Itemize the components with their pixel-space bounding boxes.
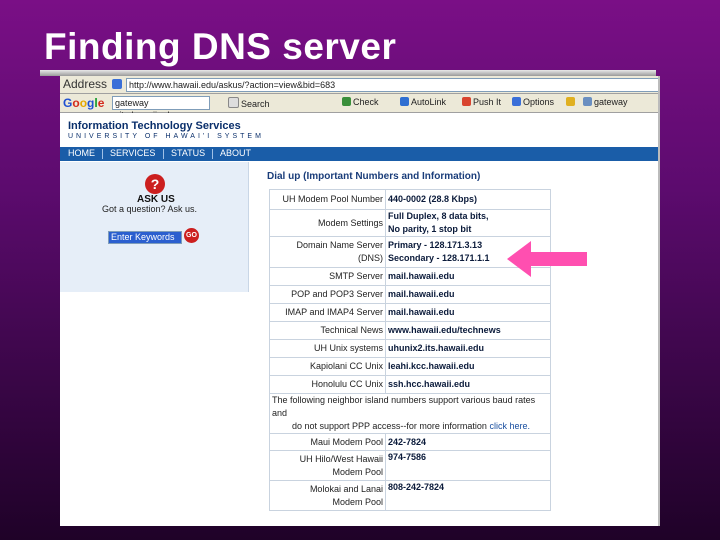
table-row: UH Hilo/West Hawaii Modem Pool 974-7586 [269, 450, 551, 481]
pencil-icon [566, 97, 575, 106]
row-label-line: Molokai and Lanai [309, 483, 383, 494]
row-label: IMAP and IMAP4 Server [269, 303, 386, 322]
table-row: Technical News www.hawaii.edu/technews [269, 321, 551, 340]
nav-home[interactable]: HOME [68, 148, 95, 158]
row-value: 440-0002 (28.8 Kbps) [385, 189, 551, 210]
click-here-link[interactable]: click here. [489, 421, 530, 431]
toolbar-search-input[interactable]: gateway site:hawaii.edu [112, 96, 210, 120]
row-value-line: No parity, 1 stop bit [388, 224, 472, 234]
row-value: 974-7586 [385, 450, 551, 481]
row-label: Kapiolani CC Unix [269, 357, 386, 376]
note-text: do not support PPP access--for more info… [292, 421, 487, 431]
row-label: Honolulu CC Unix [269, 375, 386, 394]
page-icon [112, 79, 122, 89]
keywords-input[interactable]: Enter Keywords [108, 231, 182, 244]
neighbor-island-note: The following neighbor island numbers su… [269, 393, 551, 434]
google-toolbar: Google gateway site:hawaii.edu Search Ch… [60, 94, 658, 120]
row-label: Domain Name Server (DNS) [269, 236, 386, 268]
nav-divider [163, 149, 164, 159]
search-icon [228, 97, 239, 108]
table-row: Kapiolani CC Unix leahi.kcc.hawaii.edu [269, 357, 551, 376]
table-row: Molokai and Lanai Modem Pool 808-242-7824 [269, 480, 551, 511]
options-icon [512, 97, 521, 106]
row-value: mail.hawaii.edu [385, 285, 551, 304]
row-label: UH Modem Pool Number [269, 189, 386, 210]
google-logo-icon[interactable]: Google [63, 96, 104, 110]
pushit-button[interactable]: Push It [462, 97, 501, 107]
ask-us-question: Got a question? Ask us. [102, 204, 198, 214]
search-button[interactable]: Search [228, 97, 270, 109]
search-button-label: Search [241, 99, 270, 109]
autolink-icon [400, 97, 409, 106]
row-label-line: (DNS) [358, 253, 383, 263]
content-heading: Dial up (Important Numbers and Informati… [267, 171, 481, 182]
browser-screenshot: Address http://www.hawaii.edu/askus/?act… [60, 76, 660, 526]
row-value: uhunix2.its.hawaii.edu [385, 339, 551, 358]
site-title[interactable]: Information Technology Services [68, 120, 241, 132]
gateway-label: gateway [594, 97, 628, 107]
address-bar: Address http://www.hawaii.edu/askus/?act… [60, 76, 658, 94]
table-row: UH Unix systems uhunix2.its.hawaii.edu [269, 339, 551, 358]
row-value: leahi.kcc.hawaii.edu [385, 357, 551, 376]
nav-services[interactable]: SERVICES [110, 148, 155, 158]
row-label: Maui Modem Pool [269, 433, 386, 451]
row-label: UH Unix systems [269, 339, 386, 358]
dialup-table: UH Modem Pool Number 440-0002 (28.8 Kbps… [269, 189, 551, 511]
row-label: Molokai and Lanai Modem Pool [269, 480, 386, 511]
question-icon[interactable]: ? [145, 174, 165, 194]
check-icon [342, 97, 351, 106]
site-subtitle: UNIVERSITY OF HAWAI'I SYSTEM [68, 133, 264, 140]
autolink-label: AutoLink [411, 97, 447, 107]
row-value: mail.hawaii.edu [385, 303, 551, 322]
nav-divider [212, 149, 213, 159]
pushit-icon [462, 97, 471, 106]
row-label: Modem Settings [269, 209, 386, 237]
row-value: 808-242-7824 [385, 480, 551, 511]
slide-title: Finding DNS server [44, 26, 397, 67]
row-label-line: UH Hilo/West Hawaii [299, 453, 383, 464]
row-label: Technical News [269, 321, 386, 340]
highlight-arrow-icon [507, 241, 587, 277]
go-button[interactable]: GO [184, 228, 199, 243]
row-label: SMTP Server [269, 267, 386, 286]
table-row-note: The following neighbor island numbers su… [269, 393, 551, 434]
row-value-link[interactable]: www.hawaii.edu/technews [385, 321, 551, 340]
autolink-button[interactable]: AutoLink [400, 97, 446, 107]
row-label-line: Modem Pool [332, 466, 383, 477]
address-label: Address [63, 77, 108, 91]
table-row: Honolulu CC Unix ssh.hcc.hawaii.edu [269, 375, 551, 394]
row-label-line: Modem Pool [332, 496, 383, 507]
row-label: POP and POP3 Server [269, 285, 386, 304]
table-row: UH Modem Pool Number 440-0002 (28.8 Kbps… [269, 189, 551, 210]
nav-status[interactable]: STATUS [171, 148, 205, 158]
nav-about[interactable]: ABOUT [220, 148, 251, 158]
options-label: Options [523, 97, 555, 107]
nav-divider [102, 149, 103, 159]
row-label-line: Domain Name Server [296, 240, 383, 250]
table-row: Modem Settings Full Duplex, 8 data bits,… [269, 209, 551, 237]
gateway-button[interactable]: gateway [566, 97, 628, 107]
url-input[interactable]: http://www.hawaii.edu/askus/?action=view… [126, 78, 658, 92]
gateway-icon [583, 97, 592, 106]
note-line: do not support PPP access--for more info… [272, 420, 548, 433]
table-row: Maui Modem Pool 242-7824 [269, 433, 551, 451]
note-line: The following neighbor island numbers su… [272, 395, 536, 418]
row-value-line: Full Duplex, 8 data bits, [388, 211, 489, 221]
row-value: Full Duplex, 8 data bits, No parity, 1 st… [385, 209, 551, 237]
check-button[interactable]: Check [342, 97, 379, 107]
options-button[interactable]: Options [512, 97, 554, 107]
arrow-shape [507, 241, 587, 277]
check-label: Check [353, 97, 379, 107]
row-label: UH Hilo/West Hawaii Modem Pool [269, 450, 386, 481]
pushit-label: Push It [473, 97, 502, 107]
table-row: POP and POP3 Server mail.hawaii.edu [269, 285, 551, 304]
row-value: 242-7824 [385, 433, 551, 451]
table-row: IMAP and IMAP4 Server mail.hawaii.edu [269, 303, 551, 322]
row-value: ssh.hcc.hawaii.edu [385, 375, 551, 394]
site-nav: HOME SERVICES STATUS ABOUT [60, 147, 658, 161]
